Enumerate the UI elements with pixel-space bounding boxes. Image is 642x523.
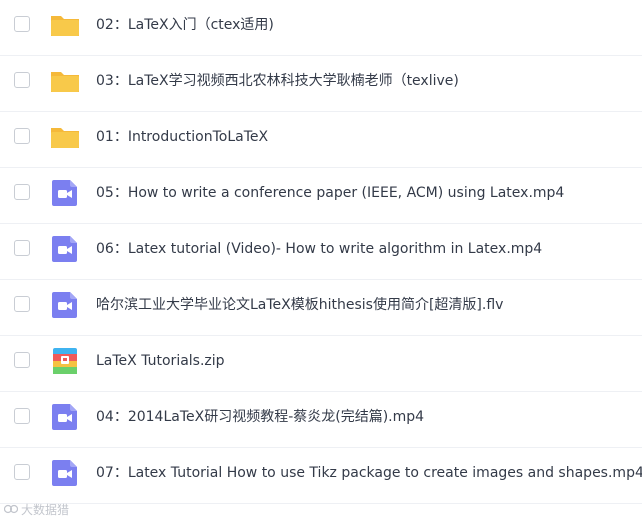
list-item[interactable]: 02：LaTeX入门（ctex适用) bbox=[0, 0, 642, 56]
list-item[interactable]: 06：Latex tutorial (Video)- How to write … bbox=[0, 224, 642, 280]
select-checkbox[interactable] bbox=[14, 296, 30, 312]
folder-icon bbox=[50, 66, 80, 96]
file-list: 02：LaTeX入门（ctex适用) 03：LaTeX学习视频西北农林科技大学耿… bbox=[0, 0, 642, 504]
select-checkbox[interactable] bbox=[14, 352, 30, 368]
watermark-logo-icon bbox=[4, 504, 18, 514]
file-name[interactable]: 04：2014LaTeX研习视频教程-蔡炎龙(完结篇).mp4 bbox=[96, 407, 424, 427]
video-icon bbox=[50, 234, 80, 264]
video-icon bbox=[50, 290, 80, 320]
zip-icon bbox=[50, 346, 80, 376]
file-name[interactable]: 05：How to write a conference paper (IEEE… bbox=[96, 183, 564, 203]
list-item[interactable]: LaTeX Tutorials.zip bbox=[0, 336, 642, 392]
file-name[interactable]: 02：LaTeX入门（ctex适用) bbox=[96, 15, 274, 35]
list-item[interactable]: 哈尔滨工业大学毕业论文LaTeX模板hithesis使用简介[超清版].flv bbox=[0, 280, 642, 336]
file-name[interactable]: 06：Latex tutorial (Video)- How to write … bbox=[96, 239, 542, 259]
file-name[interactable]: 07：Latex Tutorial How to use Tikz packag… bbox=[96, 463, 642, 483]
list-item[interactable]: 03：LaTeX学习视频西北农林科技大学耿楠老师（texlive) bbox=[0, 56, 642, 112]
select-checkbox[interactable] bbox=[14, 464, 30, 480]
select-checkbox[interactable] bbox=[14, 408, 30, 424]
video-icon bbox=[50, 458, 80, 488]
video-icon bbox=[50, 402, 80, 432]
watermark: 大数据猎 bbox=[4, 502, 69, 518]
file-name[interactable]: LaTeX Tutorials.zip bbox=[96, 351, 225, 371]
folder-icon bbox=[50, 122, 80, 152]
video-icon bbox=[50, 178, 80, 208]
file-name[interactable]: 01：IntroductionToLaTeX bbox=[96, 127, 268, 147]
select-checkbox[interactable] bbox=[14, 184, 30, 200]
file-name[interactable]: 03：LaTeX学习视频西北农林科技大学耿楠老师（texlive) bbox=[96, 71, 459, 91]
select-checkbox[interactable] bbox=[14, 128, 30, 144]
list-item[interactable]: 07：Latex Tutorial How to use Tikz packag… bbox=[0, 448, 642, 504]
list-item[interactable]: 05：How to write a conference paper (IEEE… bbox=[0, 168, 642, 224]
file-name[interactable]: 哈尔滨工业大学毕业论文LaTeX模板hithesis使用简介[超清版].flv bbox=[96, 295, 503, 315]
select-checkbox[interactable] bbox=[14, 16, 30, 32]
list-item[interactable]: 01：IntroductionToLaTeX bbox=[0, 112, 642, 168]
select-checkbox[interactable] bbox=[14, 72, 30, 88]
list-item[interactable]: 04：2014LaTeX研习视频教程-蔡炎龙(完结篇).mp4 bbox=[0, 392, 642, 448]
select-checkbox[interactable] bbox=[14, 240, 30, 256]
folder-icon bbox=[50, 10, 80, 40]
watermark-text: 大数据猎 bbox=[21, 503, 70, 517]
